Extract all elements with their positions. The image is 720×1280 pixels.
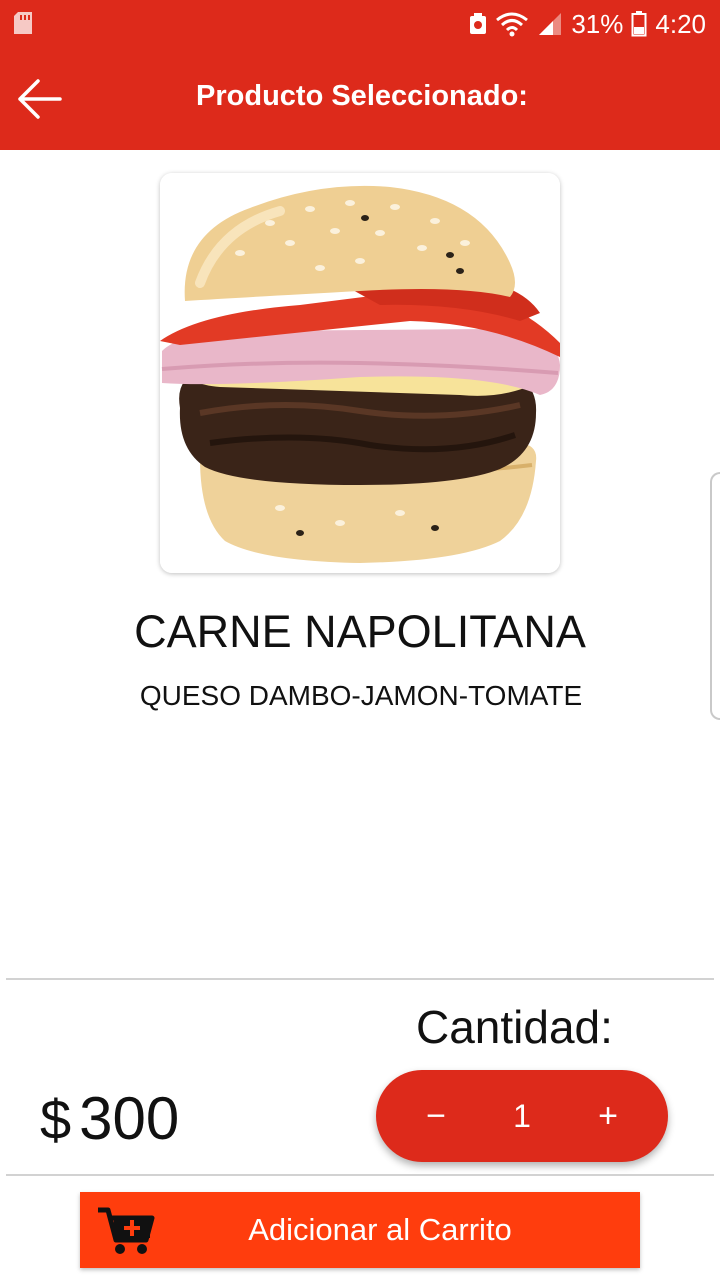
price-value: 300 [79,1085,180,1152]
wifi-icon [496,12,529,37]
data-saver-icon [470,13,487,34]
battery-icon [631,11,647,37]
product-price: $ 300 [40,1084,179,1153]
currency-symbol: $ [40,1088,72,1151]
status-bar: 31% 4:20 [0,0,720,48]
quantity-stepper: − 1 + [376,1070,668,1162]
increase-quantity-button[interactable]: + [562,1070,654,1162]
quantity-label: Cantidad: [416,1001,613,1053]
app-bar: Producto Seleccionado: [0,48,720,150]
battery-percent: 31% [571,8,624,39]
clock: 4:20 [655,8,706,39]
divider-bottom [6,1174,714,1176]
page-title: Producto Seleccionado: [196,80,528,112]
product-image-card [160,173,560,573]
add-to-cart-button[interactable]: Adicionar al Carrito [80,1192,640,1268]
divider-top [6,978,714,980]
signal-icon [539,13,562,35]
product-description: QUESO DAMBO-JAMON-TOMATE [139,680,583,711]
add-to-cart-label: Adicionar al Carrito [248,1212,512,1247]
product-name: CARNE NAPOLITANA [134,606,586,657]
burger-image [160,173,560,573]
side-panel-handle[interactable] [710,472,720,720]
sd-card-icon [14,12,32,34]
